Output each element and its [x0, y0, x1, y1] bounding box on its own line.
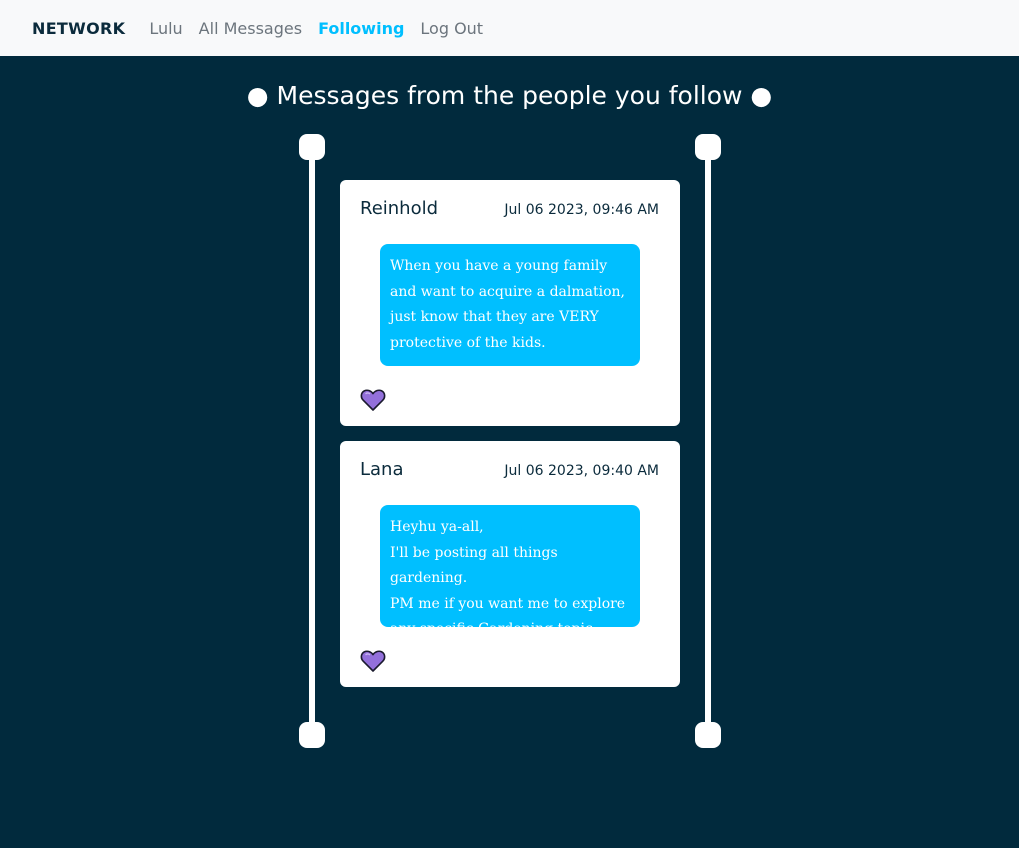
- post-content: Heyhu ya-all, I'll be posting all things…: [380, 505, 640, 637]
- right-rail-bottom-knob: [695, 722, 721, 748]
- post-card: Lana Jul 06 2023, 09:40 AM Heyhu ya-all,…: [340, 441, 680, 687]
- left-rail-top-knob: [299, 134, 325, 160]
- post-author-link[interactable]: Lana: [360, 459, 404, 480]
- nav-link-all-messages[interactable]: All Messages: [199, 19, 302, 38]
- left-rail: [309, 150, 315, 735]
- brand-link[interactable]: NETWORK: [32, 19, 125, 38]
- post-content: When you have a young family and want to…: [380, 244, 640, 366]
- right-rail-top-knob: [695, 134, 721, 160]
- post-timestamp: Jul 06 2023, 09:46 AM: [504, 202, 659, 218]
- nav-link-logout[interactable]: Log Out: [420, 19, 483, 38]
- nav-link-profile[interactable]: Lulu: [149, 19, 182, 38]
- nav-link-following[interactable]: Following: [318, 19, 404, 38]
- page-title: ● Messages from the people you follow ●: [246, 81, 773, 110]
- post-card: Reinhold Jul 06 2023, 09:46 AM When you …: [340, 180, 680, 426]
- left-rail-bottom-knob: [299, 722, 325, 748]
- post-author-link[interactable]: Reinhold: [360, 198, 438, 219]
- heart-icon[interactable]: [360, 388, 386, 412]
- right-rail: [705, 150, 711, 735]
- heart-icon[interactable]: [360, 649, 386, 673]
- navbar: NETWORK Lulu All Messages Following Log …: [0, 0, 1019, 56]
- post-timestamp: Jul 06 2023, 09:40 AM: [504, 463, 659, 479]
